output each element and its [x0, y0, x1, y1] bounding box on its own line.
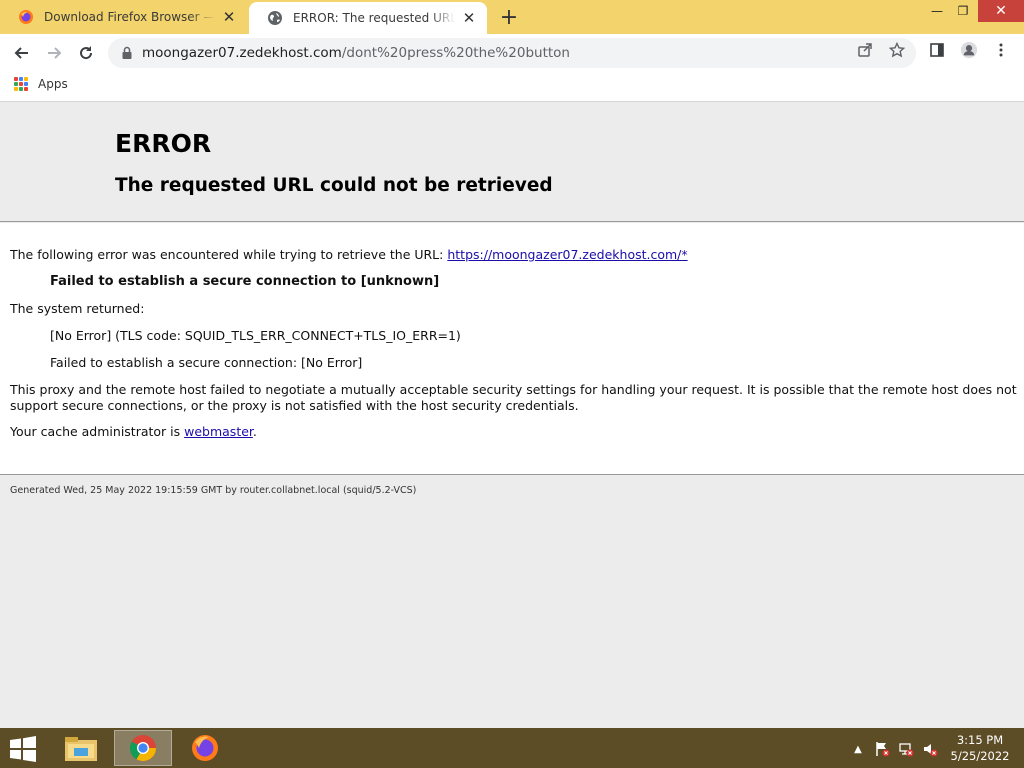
forward-button[interactable] [40, 39, 68, 67]
back-arrow-icon [14, 47, 28, 59]
bookmark-star-icon[interactable] [888, 41, 906, 59]
tab-title: ERROR: The requested URL could not be re… [293, 11, 455, 25]
url-host: moongazer07.zedekhost.com [142, 45, 342, 61]
admin-suffix: . [252, 424, 257, 439]
taskbar-clock[interactable]: 3:15 PM 5/25/2022 [944, 732, 1016, 764]
page-subtitle: The requested URL could not be retrieved [115, 175, 553, 196]
clock-time: 3:15 PM [956, 733, 1004, 747]
bookmark-apps-label: Apps [38, 77, 68, 91]
show-hidden-icons-icon[interactable]: ▲ [849, 740, 867, 758]
tab-strip: Download Firefox Browser — Fast ✕ ERROR:… [0, 0, 1024, 34]
error-message: Failed to establish a secure connection … [50, 274, 440, 289]
menu-kebab-icon[interactable] [992, 41, 1010, 59]
tab-close-icon[interactable]: ✕ [221, 8, 237, 26]
explanation-line-1: This proxy and the remote host failed to… [10, 382, 1017, 397]
share-icon[interactable] [856, 41, 874, 59]
side-panel-icon[interactable] [928, 41, 946, 59]
forward-arrow-icon [48, 47, 62, 59]
intro-text: The following error was encountered whil… [10, 247, 448, 262]
apps-grid-icon [14, 77, 28, 91]
back-button[interactable] [8, 39, 36, 67]
reload-button[interactable] [72, 39, 100, 67]
browser-toolbar: moongazer07.zedekhost.com/dont%20press%2… [0, 34, 1024, 72]
webmaster-link[interactable]: webmaster [184, 424, 253, 439]
tab-title: Download Firefox Browser — Fast [44, 10, 215, 24]
admin-paragraph: Your cache administrator is webmaster. [10, 424, 257, 440]
volume-muted-icon[interactable] [921, 740, 939, 758]
clock-date: 5/25/2022 [950, 749, 1010, 763]
file-explorer-icon[interactable] [52, 730, 110, 766]
page-title: ERROR [115, 129, 212, 158]
windows-start-icon[interactable] [8, 736, 38, 762]
new-tab-button[interactable]: + [496, 4, 522, 30]
address-bar[interactable]: moongazer07.zedekhost.com/dont%20press%2… [108, 38, 916, 68]
url-text: moongazer07.zedekhost.com/dont%20press%2… [142, 45, 570, 61]
tab-error-page[interactable]: ERROR: The requested URL could not be re… [249, 2, 487, 34]
close-window-button[interactable]: ✕ [978, 0, 1024, 22]
tab-close-icon[interactable]: ✕ [461, 9, 477, 27]
error-details: The following error was encountered whil… [0, 223, 1024, 475]
bookmark-apps[interactable]: Apps [14, 77, 68, 91]
intro-paragraph: The following error was encountered whil… [10, 247, 688, 263]
chrome-icon[interactable] [114, 730, 172, 766]
globe-icon [268, 11, 282, 25]
profile-avatar-icon[interactable] [960, 41, 978, 59]
requested-url-link[interactable]: https://moongazer07.zedekhost.com/* [447, 247, 687, 262]
admin-prefix: Your cache administrator is [10, 424, 185, 439]
firefox-icon[interactable] [176, 730, 234, 766]
generated-footer: Generated Wed, 25 May 2022 19:15:59 GMT … [10, 485, 417, 496]
restore-button[interactable]: ❐ [948, 0, 978, 22]
explanation-line-2: support secure connections, or the proxy… [10, 398, 579, 413]
firefox-icon [19, 10, 33, 24]
page-content: ERROR The requested URL could not be ret… [0, 103, 1024, 728]
network-icon[interactable] [897, 740, 915, 758]
lock-icon[interactable] [120, 46, 134, 60]
url-path: /dont%20press%20the%20button [341, 45, 570, 61]
taskbar: ▲ 3:15 PM 5/25/2022 [0, 728, 1024, 768]
error-title-block: ERROR The requested URL could not be ret… [0, 103, 1024, 222]
system-return-line-1: [No Error] (TLS code: SQUID_TLS_ERR_CONN… [50, 328, 461, 343]
reload-icon [80, 46, 93, 60]
system-returned-label: The system returned: [10, 301, 145, 316]
bookmarks-bar: Apps [0, 72, 1024, 102]
tab-firefox-download[interactable]: Download Firefox Browser — Fast ✕ [0, 0, 247, 34]
action-center-flag-icon[interactable] [873, 740, 891, 758]
system-return-line-2: Failed to establish a secure connection:… [50, 355, 363, 370]
